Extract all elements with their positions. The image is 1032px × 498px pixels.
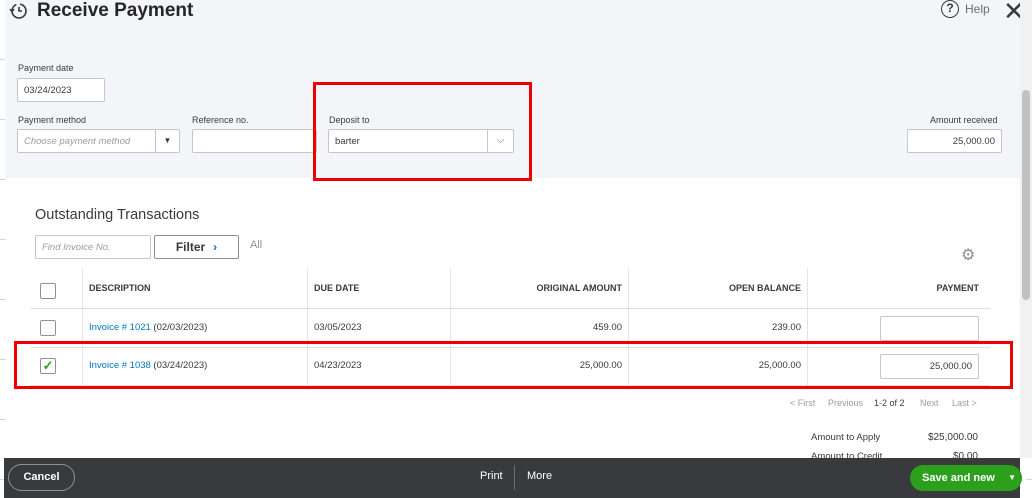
reference-input[interactable]	[192, 129, 317, 153]
filter-label: Filter	[175, 240, 206, 254]
gear-icon[interactable]: ⚙	[961, 245, 975, 265]
scrollbar-thumb[interactable]	[1022, 90, 1030, 300]
row-checkbox[interactable]	[40, 320, 56, 336]
pagination-previous[interactable]: Previous	[828, 398, 863, 408]
amount-received-input[interactable]: 25,000.00	[907, 129, 1002, 153]
column-original-amount[interactable]: ORIGINAL AMOUNT	[537, 283, 623, 293]
filter-all-label: All	[250, 239, 263, 251]
pagination-first[interactable]: < First	[790, 398, 815, 408]
save-and-new-button[interactable]: Save and new ▼	[910, 465, 1022, 491]
payment-input[interactable]	[880, 316, 979, 341]
pagination-range: 1-2 of 2	[874, 398, 905, 408]
pagination-next[interactable]: Next	[920, 398, 939, 408]
print-button[interactable]: Print	[480, 470, 503, 482]
column-description[interactable]: DESCRIPTION	[89, 283, 151, 293]
invoice-date: (02/03/2023)	[150, 322, 208, 333]
payment-method-select[interactable]: Choose payment method ▼	[17, 129, 180, 153]
find-invoice-placeholder: Find Invoice No.	[42, 241, 111, 253]
footer-bar	[4, 458, 1020, 498]
payment-date-label: Payment date	[18, 63, 74, 73]
description-cell: Invoice # 1021 (02/03/2023)	[89, 322, 207, 333]
help-link[interactable]: Help	[965, 2, 990, 16]
column-open-balance[interactable]: OPEN BALANCE	[729, 283, 801, 293]
filter-button[interactable]: Filter ›	[154, 235, 239, 259]
outstanding-title: Outstanding Transactions	[35, 207, 200, 223]
amount-to-apply-value: $25,000.00	[927, 432, 978, 443]
payment-method-placeholder: Choose payment method	[24, 135, 131, 147]
amount-to-apply-label: Amount to Apply	[811, 432, 881, 443]
payment-date-input[interactable]: 03/24/2023	[17, 78, 105, 102]
cancel-button[interactable]: Cancel	[8, 464, 75, 491]
chevron-right-icon: ›	[213, 240, 218, 254]
help-icon[interactable]: ?	[941, 0, 959, 18]
save-and-new-label: Save and new	[922, 472, 995, 484]
amount-received-label: Amount received	[930, 115, 998, 125]
history-icon[interactable]	[8, 1, 28, 21]
page-title: Receive Payment	[37, 0, 194, 21]
caret-down-icon[interactable]: ▼	[155, 130, 179, 152]
pagination-last[interactable]: Last >	[952, 398, 977, 408]
scrollbar[interactable]	[1020, 0, 1032, 458]
column-payment[interactable]: PAYMENT	[936, 283, 979, 293]
highlight-deposit-to	[313, 82, 532, 181]
payment-method-label: Payment method	[18, 115, 87, 125]
select-all-checkbox[interactable]	[40, 283, 56, 299]
caret-down-icon[interactable]: ▼	[1008, 465, 1016, 491]
find-invoice-input[interactable]: Find Invoice No.	[35, 235, 151, 259]
due-date-cell: 03/05/2023	[314, 322, 362, 333]
original-amount-cell: 459.00	[592, 322, 622, 333]
more-button[interactable]: More	[527, 470, 552, 482]
highlight-invoice-row	[14, 341, 1013, 389]
column-due-date[interactable]: DUE DATE	[314, 283, 359, 293]
reference-label: Reference no.	[192, 115, 249, 125]
open-balance-cell: 239.00	[771, 322, 801, 333]
invoice-link[interactable]: Invoice # 1021	[89, 322, 151, 333]
